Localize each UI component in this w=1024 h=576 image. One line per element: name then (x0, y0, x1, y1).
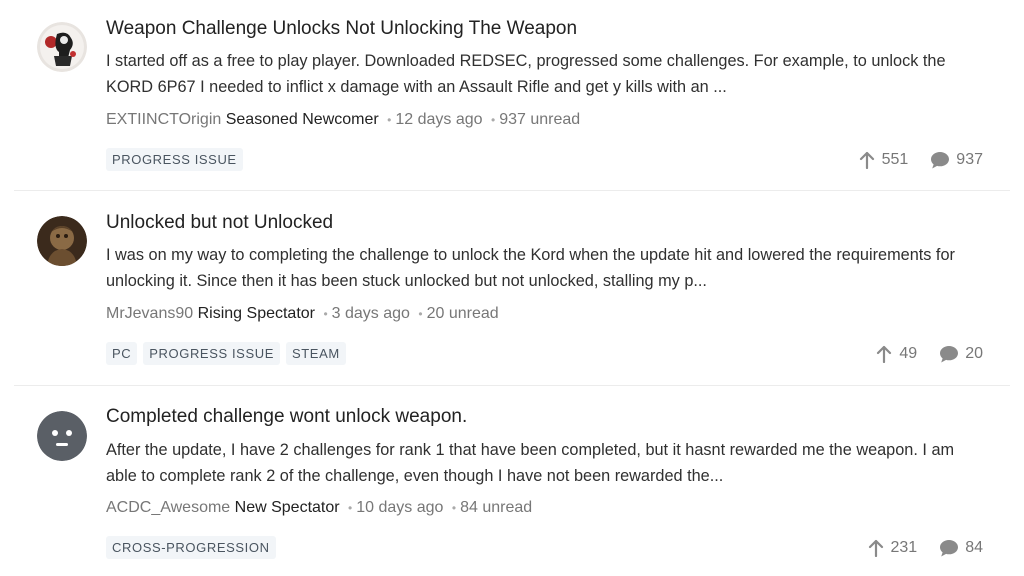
author-rank: Rising Spectator (197, 305, 315, 322)
separator-dot: • (451, 501, 457, 515)
speech-bubble-icon (940, 540, 959, 557)
topic-meta: MrJevans90 Rising Spectator • 3 days ago … (106, 305, 499, 323)
topic-title-link[interactable]: Completed challenge wont unlock weapon. (106, 406, 467, 428)
tag-list: PC PROGRESS ISSUE STEAM (106, 342, 346, 365)
speech-bubble-icon (940, 346, 959, 363)
arrow-up-icon (877, 345, 892, 363)
upvote-count: 49 (899, 345, 918, 362)
tag-cross-progression[interactable]: CROSS-PROGRESSION (106, 536, 276, 559)
tag-list: PROGRESS ISSUE (106, 148, 243, 171)
topic-stats: 231 84 (867, 538, 983, 558)
separator-dot: • (387, 113, 392, 127)
upvote-button[interactable]: 231 (867, 539, 918, 557)
author-rank: Seasoned Newcomer (225, 111, 379, 128)
author-name[interactable]: MrJevans90 (106, 305, 193, 322)
author-avatar[interactable] (37, 411, 87, 461)
upvote-count: 231 (890, 539, 918, 556)
topic-stats: 551 937 (858, 150, 983, 170)
author-name[interactable]: ACDC_Awesome (106, 499, 230, 516)
reply-count: 937 (956, 151, 983, 168)
topic-unread: 20 unread (426, 305, 499, 322)
separator-dot: • (418, 307, 423, 321)
topic-time: 3 days ago (331, 305, 410, 322)
reply-count: 20 (965, 345, 983, 362)
topic-unread: 937 unread (499, 111, 581, 128)
author-avatar[interactable] (37, 22, 87, 72)
topic-divider (14, 385, 1010, 386)
topic-time: 12 days ago (395, 111, 483, 128)
topic-meta: ACDC_Awesome New Spectator • 10 days ago … (106, 499, 532, 517)
author-avatar[interactable] (37, 216, 87, 266)
upvote-button[interactable]: 551 (858, 151, 909, 169)
tag-steam[interactable]: STEAM (285, 342, 346, 365)
speech-bubble-icon (931, 152, 950, 169)
topic-unread: 84 unread (460, 499, 533, 516)
topic-divider (14, 190, 1010, 191)
upvote-button[interactable]: 49 (875, 345, 917, 363)
replies-button[interactable]: 20 (939, 344, 983, 364)
topic-excerpt: I was on my way to completing the challe… (106, 246, 955, 290)
topic-title-link[interactable]: Weapon Challenge Unlocks Not Unlocking T… (106, 18, 577, 40)
author-rank: New Spectator (234, 499, 340, 516)
separator-dot: • (348, 501, 353, 515)
author-name[interactable]: EXTIINCTOrigin (106, 111, 221, 128)
reply-count: 84 (965, 539, 983, 556)
arrow-up-icon (868, 539, 883, 557)
topic-title-link[interactable]: Unlocked but not Unlocked (106, 212, 333, 234)
avatar-image (37, 216, 87, 266)
replies-button[interactable]: 84 (939, 538, 983, 558)
separator-dot: • (323, 307, 328, 321)
topic-excerpt: After the update, I have 2 challenges fo… (106, 441, 955, 485)
upvote-count: 551 (881, 151, 909, 168)
topic-meta: EXTIINCTOrigin Seasoned Newcomer • 12 day… (106, 111, 580, 129)
tag-progress-issue[interactable]: PROGRESS ISSUE (106, 148, 243, 171)
replies-button[interactable]: 937 (930, 150, 983, 170)
topic-excerpt: I started off as a free to play player. … (106, 52, 946, 96)
tag-progress-issue[interactable]: PROGRESS ISSUE (143, 342, 280, 365)
avatar-image (37, 22, 87, 72)
arrow-up-icon (859, 151, 874, 169)
separator-dot: • (491, 113, 496, 127)
tag-list: CROSS-PROGRESSION (106, 536, 276, 559)
topic-stats: 49 20 (875, 344, 983, 364)
tag-pc[interactable]: PC (106, 342, 138, 365)
topic-time: 10 days ago (356, 499, 444, 516)
default-face-avatar (37, 411, 87, 461)
